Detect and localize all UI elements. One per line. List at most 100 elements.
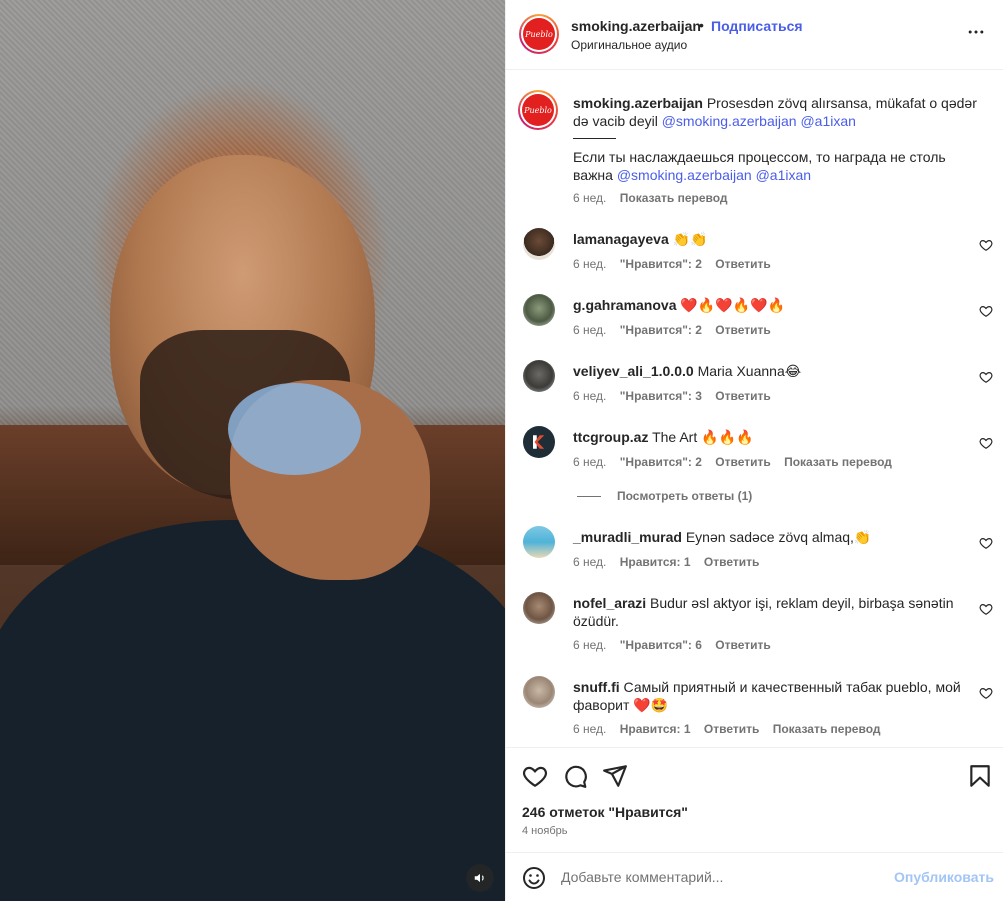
share-icon[interactable] (602, 763, 628, 789)
blur-overlay (228, 383, 361, 475)
publish-button[interactable]: Опубликовать (894, 869, 994, 885)
comment-input[interactable] (561, 863, 881, 891)
likes-count[interactable]: 246 отметок "Нравится" (522, 804, 688, 820)
post-panel: Pueblo smoking.azerbaijan • Подписаться … (505, 0, 1003, 901)
reply-button[interactable]: Ответить (715, 638, 770, 652)
comment-username[interactable]: ttcgroup.az (573, 429, 648, 445)
comment-translate[interactable]: Показать перевод (773, 722, 881, 736)
comment-text: g.gahramanova ❤️🔥❤️🔥❤️🔥 (573, 296, 973, 314)
header-username[interactable]: smoking.azerbaijan (571, 18, 701, 34)
profile-avatar[interactable]: Pueblo (519, 14, 559, 54)
comment-body: The Art 🔥🔥🔥 (652, 429, 754, 445)
caption-text: smoking.azerbaijan Prosesdən zövq alırsa… (573, 94, 988, 130)
comment-time[interactable]: 6 нед. (573, 389, 606, 403)
reply-button[interactable]: Ответить (704, 555, 759, 569)
reply-button[interactable]: Ответить (715, 455, 770, 469)
comment-time[interactable]: 6 нед. (573, 323, 606, 337)
comment-avatar[interactable] (523, 676, 555, 708)
more-horizontal-icon[interactable] (966, 22, 986, 46)
comment-likes[interactable]: "Нравится": 2 (620, 455, 702, 469)
caption-time[interactable]: 6 нед. (573, 191, 606, 205)
ttc-logo-icon (533, 435, 545, 449)
mention-link[interactable]: @a1ixan (800, 113, 855, 129)
post-media[interactable] (0, 0, 505, 901)
comment-likes[interactable]: "Нравится": 3 (620, 389, 702, 403)
comment-text: ttcgroup.az The Art 🔥🔥🔥 (573, 428, 973, 446)
caption-avatar[interactable]: Pueblo (518, 90, 558, 130)
comment-body: Самый приятный и качественный табак pueb… (573, 679, 961, 713)
audio-link[interactable]: Оригинальное аудио (571, 38, 687, 52)
reply-button[interactable]: Ответить (704, 722, 759, 736)
comment-avatar[interactable] (523, 294, 555, 326)
comment-body: Eynən sadəce zövq almaq,👏 (685, 529, 872, 545)
comment-body: Maria Xuanna😂 (697, 363, 802, 379)
reply-button[interactable]: Ответить (715, 323, 770, 337)
comment-avatar[interactable] (523, 592, 555, 624)
mention-link[interactable]: @smoking.azerbaijan (617, 167, 752, 183)
action-bar: 246 отметок "Нравится" 4 ноябрь (506, 747, 1003, 851)
comment-time[interactable]: 6 нед. (573, 638, 606, 652)
caption-username[interactable]: smoking.azerbaijan (573, 95, 703, 111)
comment-composer: Опубликовать (506, 852, 1003, 901)
sound-icon[interactable] (466, 864, 494, 892)
comment-username[interactable]: lamanagayeva (573, 231, 669, 247)
post-header: Pueblo smoking.azerbaijan • Подписаться … (506, 0, 1003, 70)
mention-link[interactable]: @smoking.azerbaijan (662, 113, 797, 129)
caption-translate[interactable]: Показать перевод (620, 191, 728, 205)
comment-meta: 6 нед. Нравится: 1 Ответить Показать пер… (573, 722, 891, 736)
comment-meta: 6 нед. "Нравится": 2 Ответить Показать п… (573, 455, 902, 469)
comment-likes[interactable]: "Нравится": 6 (620, 638, 702, 652)
comment-likes[interactable]: Нравится: 1 (620, 555, 691, 569)
comment-text: veliyev_ali_1.0.0.0 Maria Xuanna😂 (573, 362, 973, 380)
view-replies-label: Посмотреть ответы (1) (617, 489, 753, 503)
mention-link[interactable]: @a1ixan (756, 167, 811, 183)
comment-username[interactable]: nofel_arazi (573, 595, 646, 611)
view-replies-button[interactable]: Посмотреть ответы (1) (577, 489, 752, 503)
header-separator: • (699, 17, 704, 33)
comment-likes[interactable]: Нравится: 1 (620, 722, 691, 736)
heart-icon[interactable] (979, 238, 993, 252)
comment-text: lamanagayeva 👏👏 (573, 230, 973, 248)
like-icon[interactable] (522, 763, 548, 789)
comment-meta: 6 нед. "Нравится": 2 Ответить (573, 323, 781, 337)
heart-icon[interactable] (979, 370, 993, 384)
heart-icon[interactable] (979, 304, 993, 318)
follow-button[interactable]: Подписаться (711, 18, 803, 34)
comment-text: snuff.fi Самый приятный и качественный т… (573, 678, 973, 714)
heart-icon[interactable] (979, 436, 993, 450)
brand-logo: Pueblo (522, 94, 554, 126)
heart-icon[interactable] (979, 536, 993, 550)
comment-icon[interactable] (562, 763, 588, 789)
comment-likes[interactable]: "Нравится": 2 (620, 257, 702, 271)
comment-avatar[interactable] (523, 426, 555, 458)
comment-avatar[interactable] (523, 360, 555, 392)
caption-text-ru: Если ты наслаждаешься процессом, то нагр… (573, 148, 988, 184)
comment-username[interactable]: snuff.fi (573, 679, 620, 695)
comment-body: ❤️🔥❤️🔥❤️🔥 (680, 297, 785, 313)
media-shirt (0, 520, 505, 901)
emoji-icon[interactable] (522, 866, 546, 890)
heart-icon[interactable] (979, 602, 993, 616)
comment-avatar[interactable] (523, 526, 555, 558)
comment-avatar[interactable] (523, 228, 555, 260)
comment-username[interactable]: veliyev_ali_1.0.0.0 (573, 363, 694, 379)
comment-text: _muradli_murad Eynən sadəce zövq almaq,👏 (573, 528, 973, 546)
heart-icon[interactable] (979, 686, 993, 700)
comment-time[interactable]: 6 нед. (573, 555, 606, 569)
reply-button[interactable]: Ответить (715, 389, 770, 403)
comment-body: 👏👏 (672, 231, 708, 247)
reply-button[interactable]: Ответить (715, 257, 770, 271)
comment-username[interactable]: g.gahramanova (573, 297, 676, 313)
comment-username[interactable]: _muradli_murad (573, 529, 682, 545)
caption-meta: 6 нед. Показать перевод (573, 191, 738, 205)
comment-translate[interactable]: Показать перевод (784, 455, 892, 469)
post-date[interactable]: 4 ноябрь (522, 825, 567, 837)
comment-time[interactable]: 6 нед. (573, 722, 606, 736)
comment-meta: 6 нед. Нравится: 1 Ответить (573, 555, 769, 569)
comment-likes[interactable]: "Нравится": 2 (620, 323, 702, 337)
comment-time[interactable]: 6 нед. (573, 257, 606, 271)
comment-meta: 6 нед. "Нравится": 2 Ответить (573, 257, 781, 271)
bookmark-icon[interactable] (967, 763, 993, 789)
comment-time[interactable]: 6 нед. (573, 455, 606, 469)
replies-line (577, 496, 601, 498)
